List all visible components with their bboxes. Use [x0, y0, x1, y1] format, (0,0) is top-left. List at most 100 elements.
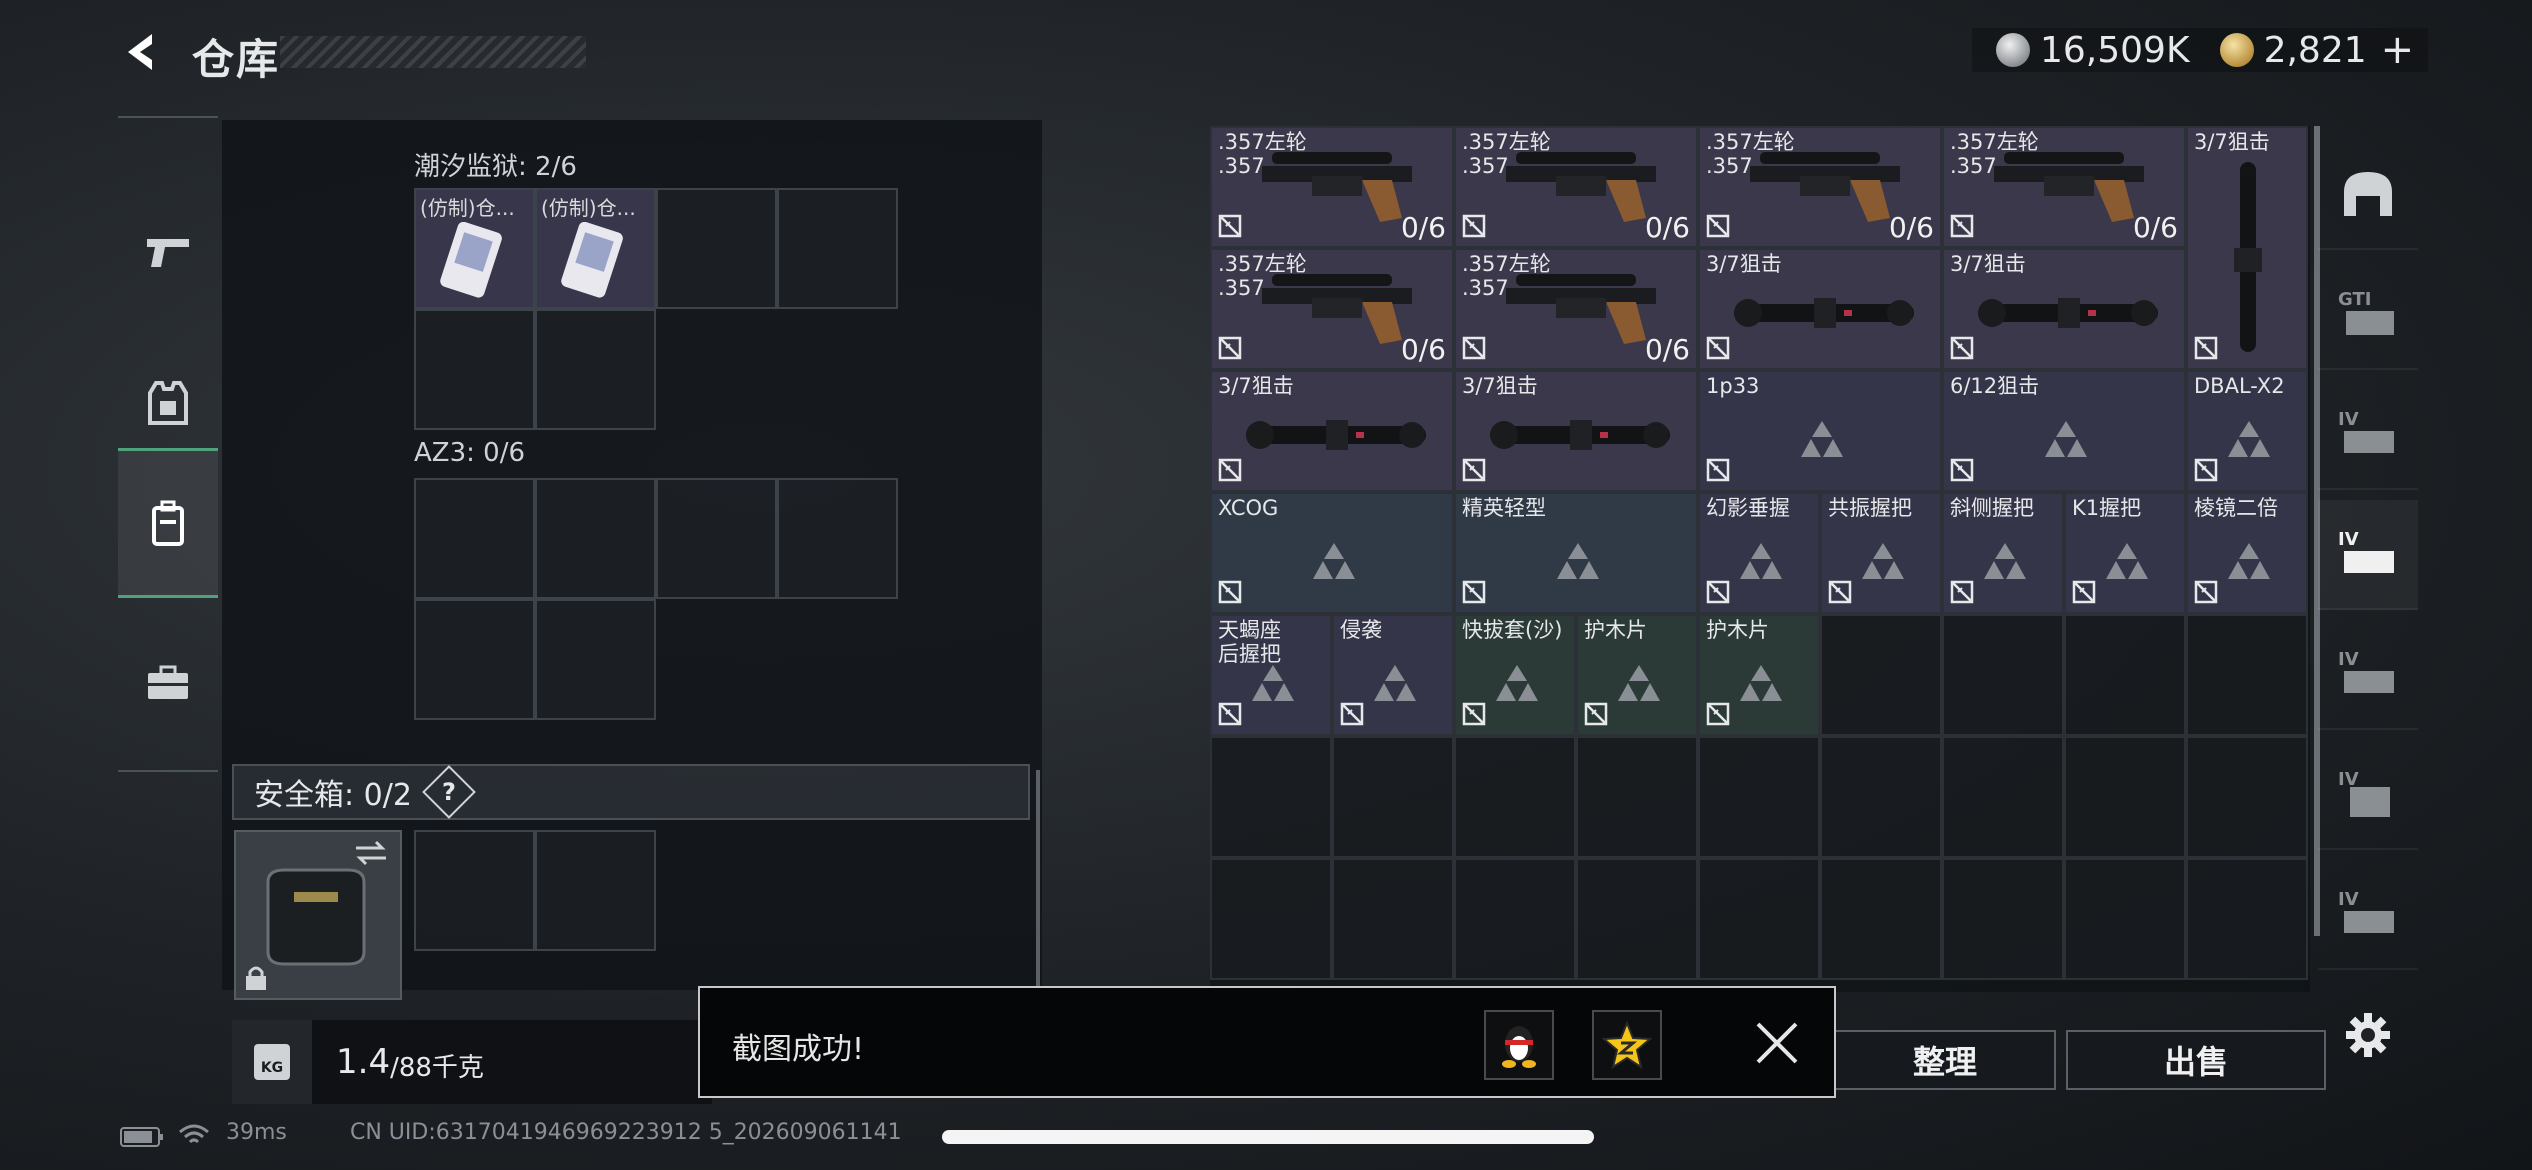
empty-stash-slot[interactable]: [2064, 614, 2186, 736]
stash-item[interactable]: 6/12狙击: [1942, 370, 2186, 492]
empty-stash-slot[interactable]: [1942, 736, 2064, 858]
empty-stash-slot[interactable]: [1576, 736, 1698, 858]
stash-item[interactable]: 精英轻型: [1454, 492, 1698, 614]
empty-slot[interactable]: [414, 830, 535, 951]
back-arrow-icon[interactable]: [118, 28, 166, 76]
close-icon[interactable]: [1752, 1018, 1802, 1068]
stash-item[interactable]: .357左轮 .357 0/6: [1210, 126, 1454, 248]
stash-item-name: 3/7狙击: [1462, 374, 1538, 398]
nav-weapons[interactable]: [118, 178, 218, 328]
empty-stash-slot[interactable]: [2064, 736, 2186, 858]
stash-item-name: 天蝎座 后握把: [1218, 618, 1281, 666]
item-name: (仿制)仓...: [541, 196, 636, 220]
empty-stash-slot[interactable]: [1820, 614, 1942, 736]
empty-slot[interactable]: [414, 478, 535, 599]
empty-stash-slot[interactable]: [1332, 736, 1454, 858]
stash-item[interactable]: 护木片: [1576, 614, 1698, 736]
nav-toolbox[interactable]: [118, 608, 218, 758]
swap-icon[interactable]: [354, 840, 388, 866]
empty-slot[interactable]: [777, 478, 898, 599]
empty-stash-slot[interactable]: [1210, 858, 1332, 980]
no-insurance-icon: [1340, 702, 1364, 726]
stash-item[interactable]: .357左轮 .357 0/6: [1454, 126, 1698, 248]
empty-slot[interactable]: [414, 309, 535, 430]
stash-item[interactable]: K1握把: [2064, 492, 2186, 614]
empty-slot[interactable]: [535, 478, 656, 599]
stash-item[interactable]: 3/7狙击: [1454, 370, 1698, 492]
storage-tab-iv-3[interactable]: IV: [2318, 620, 2418, 730]
item-name: (仿制)仓...: [420, 196, 515, 220]
stash-item[interactable]: 护木片: [1698, 614, 1820, 736]
add-currency-button[interactable]: +: [2381, 27, 2415, 73]
empty-slot[interactable]: [535, 309, 656, 430]
container-item[interactable]: (仿制)仓...: [535, 188, 656, 309]
no-insurance-icon: [1462, 214, 1486, 238]
panel-scrollbar[interactable]: [1036, 770, 1040, 990]
sniper-scope-icon: [1978, 298, 2158, 328]
empty-stash-slot[interactable]: [2186, 858, 2308, 980]
stash-item[interactable]: 3/7狙击: [1210, 370, 1454, 492]
empty-slot[interactable]: [535, 830, 656, 951]
safe-box-item[interactable]: [234, 830, 402, 1000]
empty-stash-slot[interactable]: [1820, 858, 1942, 980]
silver-coin-icon: [1996, 33, 2030, 67]
storage-tab-iv-1[interactable]: IV: [2318, 380, 2418, 490]
empty-stash-slot[interactable]: [1454, 858, 1576, 980]
help-icon[interactable]: ?: [422, 765, 476, 819]
storage-tab-iv-5[interactable]: IV: [2318, 860, 2418, 970]
empty-stash-slot[interactable]: [1698, 858, 1820, 980]
empty-slot[interactable]: [535, 599, 656, 720]
stash-item[interactable]: 3/7狙击: [1698, 248, 1942, 370]
stash-item[interactable]: 3/7狙击: [2186, 126, 2308, 370]
empty-stash-slot[interactable]: [1332, 858, 1454, 980]
storage-tab-gt[interactable]: GTI: [2318, 260, 2418, 370]
stash-item[interactable]: .357左轮 .357 0/6: [1210, 248, 1454, 370]
attachment-placeholder-icon: [1374, 665, 1416, 701]
sell-button[interactable]: 出售: [2066, 1030, 2326, 1090]
share-qq-button[interactable]: [1484, 1010, 1554, 1080]
stash-item-name: 快拔套(沙): [1462, 618, 1563, 642]
empty-stash-slot[interactable]: [1942, 858, 2064, 980]
stash-item[interactable]: 1p33: [1698, 370, 1942, 492]
stash-item-name: 3/7狙击: [1706, 252, 1782, 276]
stash-item[interactable]: 3/7狙击: [1942, 248, 2186, 370]
stash-item[interactable]: 天蝎座 后握把: [1210, 614, 1332, 736]
empty-stash-slot[interactable]: [1698, 736, 1820, 858]
stash-item[interactable]: .357左轮 .357 0/6: [1942, 126, 2186, 248]
empty-stash-slot[interactable]: [2186, 614, 2308, 736]
storage-tab-iv-4[interactable]: IV: [2318, 740, 2418, 850]
no-insurance-icon: [1584, 702, 1608, 726]
tier4-bag-icon: IV: [2338, 529, 2398, 579]
sort-button[interactable]: 整理: [1834, 1030, 2056, 1090]
stash-item[interactable]: 棱镜二倍: [2186, 492, 2308, 614]
empty-slot[interactable]: [656, 478, 777, 599]
stash-item[interactable]: 幻影垂握: [1698, 492, 1820, 614]
stash-item[interactable]: 侵袭: [1332, 614, 1454, 736]
empty-stash-slot[interactable]: [2186, 736, 2308, 858]
attachment-placeholder-icon: [1252, 665, 1294, 701]
nav-backpack[interactable]: [118, 448, 218, 598]
stash-item[interactable]: XCOG: [1210, 492, 1454, 614]
stash-item[interactable]: DBAL-X2: [2186, 370, 2308, 492]
stash-item[interactable]: .357左轮 .357 0/6: [1698, 126, 1942, 248]
stash-item[interactable]: .357左轮 .357 0/6: [1454, 248, 1698, 370]
empty-stash-slot[interactable]: [1454, 736, 1576, 858]
container-item[interactable]: (仿制)仓...: [414, 188, 535, 309]
stash-item[interactable]: 快拔套(沙): [1454, 614, 1576, 736]
settings-button[interactable]: [2318, 980, 2418, 1090]
share-qzone-button[interactable]: [1592, 1010, 1662, 1080]
stash-item[interactable]: 共振握把: [1820, 492, 1942, 614]
empty-stash-slot[interactable]: [2064, 858, 2186, 980]
stash-item[interactable]: 斜侧握把: [1942, 492, 2064, 614]
storage-tab-helmet[interactable]: [2318, 140, 2418, 250]
empty-stash-slot[interactable]: [1576, 858, 1698, 980]
empty-slot[interactable]: [777, 188, 898, 309]
empty-slot[interactable]: [414, 599, 535, 720]
home-indicator[interactable]: [942, 1130, 1594, 1144]
empty-stash-slot[interactable]: [1210, 736, 1332, 858]
empty-stash-slot[interactable]: [1820, 736, 1942, 858]
empty-stash-slot[interactable]: [1942, 614, 2064, 736]
attachment-placeholder-icon: [1618, 665, 1660, 701]
empty-slot[interactable]: [656, 188, 777, 309]
storage-tab-iv-2[interactable]: IV: [2318, 500, 2418, 610]
